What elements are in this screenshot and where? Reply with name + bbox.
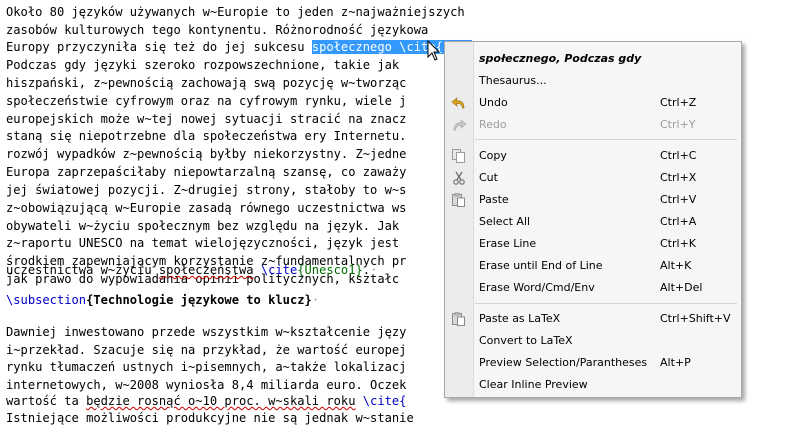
erase-word-item[interactable]: Erase Word/Cmd/Env Alt+Del — [445, 277, 741, 299]
paste-item[interactable]: Paste Ctrl+V — [445, 189, 741, 211]
editor-line: i~przekład. Szacuje się na przykład, że … — [6, 343, 407, 357]
redo-arrow-icon — [453, 118, 467, 131]
editor-line: rynku tłumaczeń ustnych i~pisemnych, a~t… — [6, 360, 407, 374]
editor-line: wartość ta będzie rosnąć o~10 proc. w~sk… — [6, 394, 407, 408]
editor-line: rozwój wypadków z~pewnością byłby niekor… — [6, 147, 407, 161]
erase-line-item[interactable]: Erase Line Ctrl+K — [445, 233, 741, 255]
editor-line: Istniejące możliwości produkcyjne nie są… — [6, 411, 414, 425]
erase-until-eol-item[interactable]: Erase until End of Line Alt+K — [445, 255, 741, 277]
editor-line: zasobów kulturowych tego kontynentu. Róż… — [6, 23, 429, 37]
latex-argument: {Unesco1} — [297, 263, 363, 277]
thesaurus-item[interactable]: Thesaurus... — [445, 70, 741, 92]
copy-item[interactable]: Copy Ctrl+C — [445, 145, 741, 167]
editor-line: Podczas gdy języki szeroko rozpowszechni… — [6, 58, 400, 72]
preview-selection-item[interactable]: Preview Selection/Parantheses Alt+P — [445, 352, 741, 374]
editor-line: jej światowej pozycji. Z~drugiej strony,… — [6, 183, 407, 197]
misspelled-word[interactable]: społeczeństwa — [159, 263, 254, 277]
redo-item[interactable]: Redo Ctrl+Y — [445, 114, 741, 136]
latex-command: \subsection — [6, 293, 87, 307]
menu-separator — [475, 139, 737, 140]
editor-line: Około 80 języków używanych w~Europie to … — [6, 5, 465, 19]
convert-to-latex-item[interactable]: Convert to LaTeX — [445, 330, 741, 352]
latex-command: \cite — [260, 263, 298, 277]
editor-line: z~obowiązującą w~Europie zasadą równego … — [6, 201, 407, 215]
editor-line: staną się niepotrzebne dla społeczeństwa… — [6, 129, 407, 143]
mouse-cursor-icon — [427, 40, 441, 61]
editor-line: europejskich może w~tej nowej sytuacji s… — [6, 112, 407, 126]
editor-line: \subsection{Technologie językowe to kluc… — [6, 293, 320, 307]
undo-arrow-icon — [451, 96, 465, 109]
paste-as-latex-item[interactable]: Paste as LaTeX Ctrl+Shift+V — [445, 308, 741, 330]
subsection-title: {Technologie językowe to klucz} — [86, 293, 312, 307]
select-all-item[interactable]: Select All Ctrl+A — [445, 211, 741, 233]
copy-icon — [452, 149, 465, 163]
editor-line: Dawniej inwestowano przede wszystkim w~k… — [6, 325, 407, 339]
misspelled-phrase[interactable]: będzie rosnąć o~10 proc. w~skali roku — [86, 394, 355, 408]
cut-item[interactable]: Cut Ctrl+X — [445, 167, 741, 189]
undo-item[interactable]: Undo Ctrl+Z — [445, 92, 741, 114]
clear-inline-preview-item[interactable]: Clear Inline Preview — [445, 374, 741, 396]
editor-line: Europy przyczyniła się też do jej sukces… — [6, 40, 472, 54]
scissors-icon — [453, 171, 465, 185]
editor-line: z~raportu UNESCO na temat wielojęzycznoś… — [6, 236, 407, 250]
editor-line: obywateli w~życiu społecznym bez względu… — [6, 219, 407, 233]
editor-line: społeczeństwie cyfrowym oraz na cyfrowym… — [6, 94, 407, 108]
paste-icon — [452, 193, 465, 207]
spell-suggestion-item[interactable]: społecznego, Podczas gdy — [445, 48, 741, 70]
editor-line-16: uczestnictwa w~życiu społeczeństwa \cite… — [6, 263, 378, 277]
context-menu: społecznego, Podczas gdy Thesaurus... Un… — [444, 41, 742, 398]
editor-line: Europa zaprzepaściłaby niepowtarzalną sz… — [6, 165, 407, 179]
menu-separator — [475, 303, 737, 304]
editor-line: hiszpański, z~pewnością zachowają swą po… — [6, 76, 407, 90]
paste-latex-icon — [452, 312, 465, 326]
